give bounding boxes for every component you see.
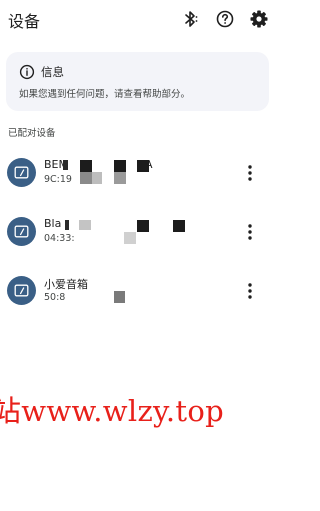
- pixelation-block: [65, 220, 69, 230]
- device-address: 9C:19: [44, 174, 72, 185]
- pixelation-block: [124, 232, 136, 244]
- info-card-header: 信息: [19, 63, 64, 81]
- pixelation-block: [80, 172, 92, 184]
- info-card-description: 如果您遇到任何问题，请查看帮助部分。: [19, 89, 191, 100]
- pixelation-block: [114, 160, 126, 172]
- tablet-device-icon: [7, 276, 36, 305]
- more-vertical-icon[interactable]: [244, 164, 256, 182]
- pixelation-block: [80, 160, 92, 172]
- page-title: 设备: [8, 12, 41, 31]
- paired-devices-label: 已配对设备: [8, 128, 56, 139]
- tablet-device-icon: [7, 158, 36, 187]
- info-icon: [19, 64, 35, 80]
- pixelation-block: [114, 291, 125, 303]
- device-name: Bla: [44, 217, 62, 230]
- more-vertical-icon[interactable]: [244, 282, 256, 300]
- tablet-device-icon: [7, 217, 36, 246]
- pixelation-block: [79, 220, 91, 230]
- bluetooth-icon[interactable]: [180, 9, 200, 29]
- info-card: 信息 如果您遇到任何问题，请查看帮助部分。: [6, 52, 269, 111]
- pixelation-block: [137, 160, 149, 172]
- device-item[interactable]: BEM'A 9C:19: [0, 158, 272, 208]
- device-address: 04:33:: [44, 233, 75, 244]
- more-vertical-icon[interactable]: [244, 223, 256, 241]
- help-circle-icon[interactable]: [215, 9, 235, 29]
- device-address: 50:8: [44, 292, 66, 303]
- device-item[interactable]: 小爱音箱 50:8: [0, 276, 272, 326]
- pixelation-block: [173, 220, 185, 232]
- info-card-title: 信息: [41, 65, 64, 79]
- top-app-bar: 设备: [0, 0, 272, 38]
- pixelation-block: [137, 220, 149, 232]
- watermark: 站www.wlzy.top: [0, 394, 224, 428]
- device-item[interactable]: Bla 04:33:: [0, 217, 272, 267]
- pixelation-block: [92, 172, 102, 184]
- device-name: 小爱音箱: [44, 278, 88, 291]
- gear-icon[interactable]: [249, 9, 269, 29]
- pixelation-block: [63, 160, 68, 170]
- pixelation-block: [114, 172, 126, 184]
